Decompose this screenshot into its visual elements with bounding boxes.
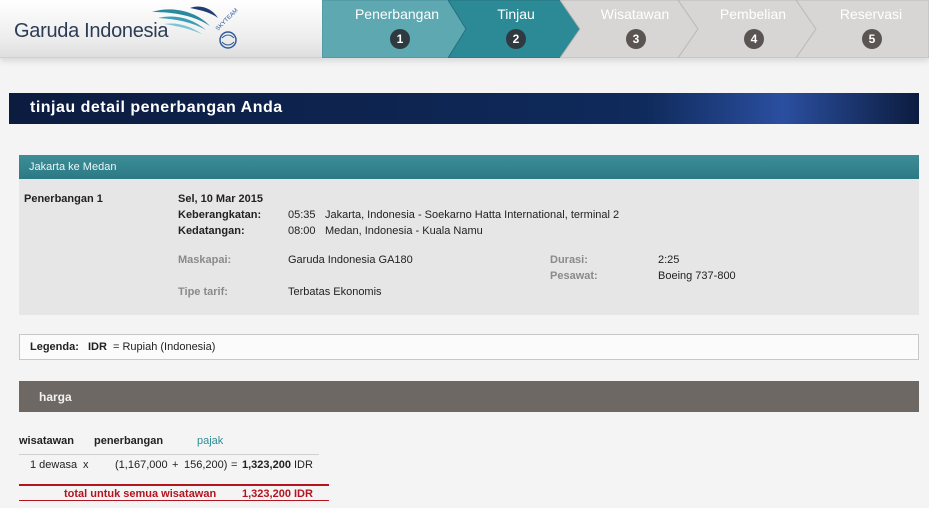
legend-label: Legenda: bbox=[30, 341, 79, 353]
duration-value: 2:25 bbox=[658, 254, 680, 266]
arrival-place: Medan, Indonesia - Kuala Namu bbox=[325, 225, 483, 237]
row-traveller: 1 dewasa bbox=[30, 459, 78, 471]
col-traveller: wisatawan bbox=[19, 435, 75, 447]
departure-place: Jakarta, Indonesia - Soekarno Hatta Inte… bbox=[325, 209, 620, 221]
flight-label: Penerbangan 1 bbox=[24, 193, 103, 205]
step-number: 4 bbox=[744, 29, 764, 49]
aircraft-value: Boeing 737-800 bbox=[658, 270, 736, 282]
arrival-label: Kedatangan: bbox=[178, 225, 245, 237]
row-currency: IDR bbox=[294, 459, 313, 471]
step-number: 5 bbox=[862, 29, 882, 49]
total-amount: 1,323,200 bbox=[242, 488, 291, 500]
total-divider-bottom bbox=[19, 500, 329, 501]
flight-date: Sel, 10 Mar 2015 bbox=[178, 193, 264, 205]
departure-time: 05:35 bbox=[288, 209, 316, 221]
garuda-bird-logo-icon bbox=[152, 6, 237, 49]
booking-steps: Penerbangan 1 Tinjau 2 Wisatawan 3 Pembe… bbox=[322, 0, 929, 58]
site-header: Garuda Indonesia SKYTEAM Penerbangan 1 T… bbox=[0, 0, 929, 58]
step-number: 3 bbox=[626, 29, 646, 49]
row-equals: = bbox=[231, 459, 238, 471]
row-times: x bbox=[83, 459, 89, 471]
logo-text: Garuda Indonesia bbox=[14, 20, 169, 42]
total-currency: IDR bbox=[294, 488, 313, 500]
step-number: 1 bbox=[390, 29, 410, 49]
legend-currency-desc: = Rupiah (Indonesia) bbox=[112, 341, 216, 353]
airline-label: Maskapai: bbox=[178, 254, 232, 266]
flight-route-header: Jakarta ke Medan bbox=[19, 155, 919, 179]
col-tax[interactable]: pajak bbox=[197, 435, 223, 447]
fare-type-label: Tipe tarif: bbox=[178, 286, 228, 298]
page-title: tinjau detail penerbangan Anda bbox=[9, 93, 919, 124]
aircraft-label: Pesawat: bbox=[550, 270, 598, 282]
row-fare: (1,167,000 bbox=[115, 459, 168, 471]
total-divider-top bbox=[19, 484, 329, 486]
arrival-time: 08:00 bbox=[288, 225, 316, 237]
total-label: total untuk semua wisatawan bbox=[64, 488, 217, 500]
step-number: 2 bbox=[506, 29, 526, 49]
row-plus: + bbox=[172, 459, 179, 471]
row-amount: 1,323,200 bbox=[242, 459, 291, 471]
flight-details: Penerbangan 1 Sel, 10 Mar 2015 Keberangk… bbox=[19, 179, 919, 315]
price-divider bbox=[19, 454, 319, 455]
col-fare: penerbangan bbox=[94, 435, 164, 447]
legend-currency-code: IDR bbox=[87, 341, 107, 353]
row-tax: 156,200) bbox=[184, 459, 228, 471]
step-label: Reservasi bbox=[839, 6, 903, 22]
legend-box: Legenda: IDR = Rupiah (Indonesia) bbox=[19, 334, 919, 360]
price-section-header: harga bbox=[19, 381, 919, 412]
airline-value: Garuda Indonesia GA180 bbox=[288, 254, 413, 266]
fare-type-value: Terbatas Ekonomis bbox=[288, 286, 382, 298]
step-reservasi: Reservasi 5 bbox=[796, 0, 929, 58]
duration-label: Durasi: bbox=[550, 254, 588, 266]
departure-label: Keberangkatan: bbox=[178, 209, 262, 221]
